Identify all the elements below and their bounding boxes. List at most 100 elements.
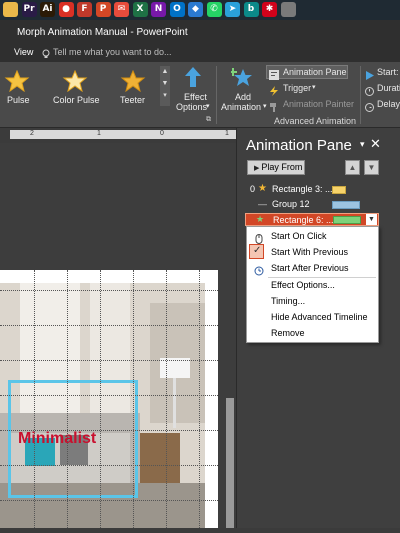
animation-pane-label[interactable]: Animation Pane [283, 67, 347, 77]
teeter-star-icon[interactable] [120, 69, 146, 93]
ribbon-separator [216, 66, 217, 124]
guide-line [0, 395, 218, 396]
lightning-icon [269, 83, 279, 96]
effect-options-label-1[interactable]: Effect [184, 92, 207, 102]
play-from-label: Play From [261, 162, 303, 172]
ruler-tick: 1 [97, 130, 101, 137]
powerpoint-icon[interactable]: P [95, 2, 111, 17]
timeline-bar[interactable] [332, 201, 360, 209]
guide-line [166, 270, 167, 528]
color-pulse-star-icon[interactable] [62, 69, 88, 93]
menu-item-hide-advanced-timeline[interactable]: Hide Advanced Timeline [271, 312, 368, 322]
menu-item-remove[interactable]: Remove [271, 328, 305, 338]
gallery-scroll[interactable]: ▲ ▼ ▾ [160, 66, 170, 106]
animation-pane-title: Animation Pane [246, 137, 352, 154]
add-animation-label-2[interactable]: Animation [221, 102, 261, 112]
animation-pane-icon [269, 67, 279, 80]
timeline-bar[interactable] [333, 216, 361, 224]
chevron-down-icon[interactable]: ▾ [263, 102, 267, 110]
menu-item-start-with-previous[interactable]: Start With Previous [271, 247, 348, 257]
excel-icon[interactable]: X [132, 2, 148, 17]
menu-item-timing[interactable]: Timing... [271, 296, 305, 306]
star-icon: ★ [258, 183, 267, 194]
guide-line [67, 270, 68, 528]
effect-color-pulse-label[interactable]: Color Pulse [53, 95, 100, 105]
clock-icon [365, 83, 374, 96]
bing-icon[interactable]: b [243, 2, 259, 17]
group-label-advanced-animation: Advanced Animation [274, 116, 357, 126]
effect-pulse-label[interactable]: Pulse [7, 95, 30, 105]
start-label: Start: [377, 67, 399, 77]
chevron-down-icon[interactable]: ▼ [366, 214, 377, 225]
animation-item-selected[interactable]: ★ Rectangle 6: ... ▼ [245, 213, 379, 226]
ruler-tick: 0 [160, 130, 164, 137]
menu-item-start-after-previous[interactable]: Start After Previous [271, 263, 349, 273]
menu-item-start-on-click[interactable]: Start On Click [271, 231, 327, 241]
filezilla-icon[interactable]: F [77, 2, 92, 17]
add-animation-icon[interactable] [229, 66, 253, 88]
slide-heading[interactable]: Minimalist [18, 430, 96, 448]
effect-options-label-2[interactable]: Options [176, 102, 207, 112]
guide-line [0, 430, 218, 431]
ribbon-separator [360, 66, 361, 124]
horizontal-ruler [10, 130, 240, 139]
outlook-icon[interactable]: O [169, 2, 185, 17]
menu-separator [268, 277, 376, 278]
ruler-tick: 1 [225, 130, 229, 137]
menu-item-effect-options[interactable]: Effect Options... [271, 280, 335, 290]
animation-item-label: Rectangle 3: ... [272, 184, 333, 194]
arrow-up-icon[interactable] [184, 66, 202, 88]
animation-item[interactable]: 0 ★ Rectangle 3: ... [244, 183, 384, 197]
pane-options-icon[interactable]: ▾ [360, 139, 365, 150]
dialog-launcher-icon[interactable]: ⧉ [206, 116, 211, 124]
close-icon[interactable]: ✕ [370, 136, 381, 152]
trigger-button[interactable]: Trigger [283, 83, 311, 93]
delay-label: Delay: [377, 99, 400, 109]
onenote-icon[interactable]: N [151, 2, 166, 17]
chrome-icon[interactable]: ● [58, 2, 74, 17]
guide-line [0, 500, 218, 501]
whatsapp-icon[interactable]: ✆ [206, 2, 222, 17]
star-icon: ★ [256, 214, 265, 224]
animation-item-label: Rectangle 6: ... [273, 215, 334, 225]
folder-icon[interactable] [3, 2, 18, 17]
play-icon [365, 67, 374, 80]
move-up-button[interactable]: ▲ [345, 160, 360, 175]
clock-icon [365, 99, 374, 112]
add-animation-label-1[interactable]: Add [235, 92, 251, 102]
timeline-bar[interactable] [332, 186, 346, 194]
effect-teeter-label[interactable]: Teeter [120, 95, 145, 105]
scrollbar-thumb[interactable] [226, 398, 234, 528]
mail-icon[interactable]: ✉ [114, 2, 129, 17]
guide-line [0, 325, 218, 326]
premiere-icon[interactable]: Pr [21, 2, 37, 17]
chevron-down-icon[interactable]: ▾ [206, 102, 210, 110]
guide-line [199, 270, 200, 528]
app-asterisk-icon[interactable]: ✱ [262, 2, 277, 17]
animation-item-label: Group 12 [272, 199, 310, 209]
animation-painter-button[interactable]: Animation Painter [283, 99, 354, 109]
guide-line [100, 270, 101, 528]
move-down-button[interactable]: ▼ [364, 160, 379, 175]
chevron-down-icon[interactable]: ▾ [312, 83, 316, 91]
illustrator-icon[interactable]: Ai [40, 2, 55, 17]
dropbox-icon[interactable]: ◆ [188, 2, 203, 17]
guide-line [0, 290, 218, 291]
app-grey-icon[interactable] [280, 2, 296, 17]
check-icon: ✓ [253, 245, 262, 256]
guide-line [133, 270, 134, 528]
guide-line [0, 465, 218, 466]
telegram-icon[interactable]: ➤ [225, 2, 240, 17]
tab-view[interactable]: View [14, 47, 33, 57]
tell-me-search[interactable]: Tell me what you want to do... [53, 47, 172, 57]
paintbrush-icon [269, 99, 279, 112]
branch-icon: — [258, 199, 267, 209]
animation-item[interactable]: — Group 12 [244, 198, 384, 212]
play-from-button[interactable]: ▶ Play From [247, 160, 305, 175]
animation-index: 0 [250, 184, 256, 194]
pulse-star-icon[interactable] [4, 69, 30, 93]
mouse-icon [254, 231, 264, 244]
guide-line [0, 360, 218, 361]
lightbulb-icon [41, 46, 51, 58]
checked-indicator: ✓ [249, 244, 264, 259]
